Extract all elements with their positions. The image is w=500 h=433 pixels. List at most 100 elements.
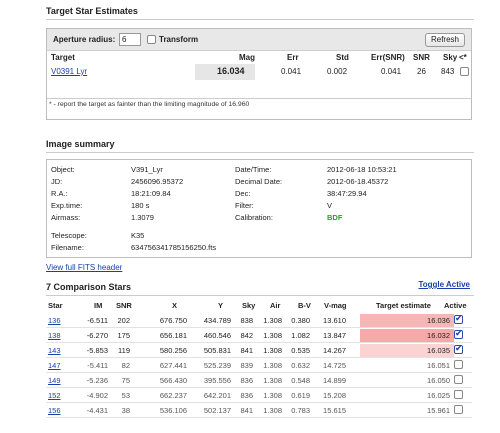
star-link[interactable]: 149 (48, 376, 61, 385)
filter-value: V (327, 201, 333, 210)
divider (46, 295, 474, 296)
col-fainter: <* (459, 53, 467, 62)
aperture-radius-input[interactable]: 6 (119, 33, 141, 46)
im-value: -6.270 (86, 331, 108, 340)
vmag-value: 15.208 (323, 391, 346, 400)
x-value: 627.441 (159, 361, 187, 370)
comparison-row: 136 -6.511 202 676.750 434.789 838 1.308 0.380 1… (46, 313, 472, 328)
y-value: 642.201 (203, 391, 231, 400)
im-value: -4.431 (86, 406, 108, 415)
snr-value: 38 (121, 406, 130, 415)
active-checkbox[interactable] (454, 360, 463, 369)
divider (46, 152, 474, 153)
snr-value: 202 (117, 316, 130, 325)
sky-value: 836 (240, 376, 253, 385)
decimal-date-value: 2012-06-18.45372 (327, 177, 389, 186)
target-estimate-value: 16.050 (427, 376, 450, 385)
datetime-label: Date/Time: (235, 165, 272, 174)
target-estimate-value: 16.051 (427, 361, 450, 370)
star-link[interactable]: 156 (48, 406, 61, 415)
target-estimate-value: 16.025 (427, 391, 450, 400)
air-value: 1.308 (263, 331, 282, 340)
divider (47, 98, 471, 99)
col-err: Err (287, 53, 299, 62)
target-err-snr: 0.041 (381, 67, 402, 76)
air-value: 1.308 (263, 316, 282, 325)
target-estimate-value: 15.961 (427, 406, 450, 415)
sky-value: 841 (240, 406, 253, 415)
divider (46, 19, 474, 20)
sky-value: 839 (240, 361, 253, 370)
refresh-button[interactable]: Refresh (425, 33, 465, 47)
vmag-value: 14.899 (323, 376, 346, 385)
toggle-active-link[interactable]: Toggle Active (418, 280, 470, 289)
filename-label: Filename: (51, 243, 84, 252)
x-value: 656.181 (159, 331, 187, 340)
ra-label: R.A.: (51, 189, 68, 198)
y-value: 502.137 (203, 406, 231, 415)
sky-value: 842 (240, 331, 253, 340)
snr-value: 53 (121, 391, 130, 400)
transform-checkbox[interactable] (147, 35, 156, 44)
y-value: 505.831 (203, 346, 231, 355)
jd-value: 2456096.95372 (131, 177, 184, 186)
col-err-snr: Err(SNR) (371, 53, 405, 62)
exptime-value: 180 s (131, 201, 150, 210)
active-checkbox[interactable] (454, 405, 463, 414)
active-checkbox[interactable] (454, 390, 463, 399)
target-estimate-value: 16.035 (427, 346, 450, 355)
active-checkbox[interactable] (454, 328, 463, 339)
col-active: Active (444, 301, 467, 310)
limiting-magnitude-note: * - report the target as fainter than th… (49, 101, 250, 108)
target-estimate-value: 16.032 (427, 331, 450, 340)
col-sky: Sky (242, 301, 256, 310)
object-value: V391_Lyr (131, 165, 163, 174)
star-link[interactable]: 147 (48, 361, 61, 370)
filter-label: Filter: (235, 201, 254, 210)
vmag-value: 13.610 (323, 316, 346, 325)
comparison-row: 143 -5.853 119 580.256 505.831 841 1.308 0.535 1… (46, 343, 472, 358)
comparison-title: 7 Comparison Stars (46, 282, 132, 292)
comparison-table-header: Star IM SNR X Y Sky Air B-V V-mag Target… (46, 298, 472, 312)
col-bv: B-V (298, 301, 311, 310)
exptime-label: Exp.time: (51, 201, 83, 210)
bv-value: 0.632 (291, 361, 310, 370)
y-value: 395.556 (203, 376, 231, 385)
comparison-row: 138 -6.270 175 656.181 460.546 842 1.308 1.082 1… (46, 328, 472, 343)
telescope-label: Telescope: (51, 231, 87, 240)
y-value: 460.546 (203, 331, 231, 340)
datetime-value: 2012-06-18 10:53:21 (327, 165, 397, 174)
target-estimate-value: 16.036 (427, 316, 450, 325)
col-y: Y (218, 301, 224, 310)
star-link[interactable]: 138 (48, 331, 61, 340)
air-value: 1.308 (263, 346, 282, 355)
transform-label: Transform (159, 35, 199, 44)
col-star: Star (48, 301, 63, 310)
target-link[interactable]: V0391 Lyr (51, 67, 87, 76)
active-checkbox[interactable] (454, 375, 463, 384)
airmass-value: 1.3079 (131, 213, 154, 222)
x-value: 662.237 (159, 391, 187, 400)
y-value: 525.239 (203, 361, 231, 370)
target-std: 0.002 (327, 67, 348, 76)
air-value: 1.308 (263, 361, 282, 370)
bv-value: 0.380 (291, 316, 310, 325)
star-link[interactable]: 136 (48, 316, 61, 325)
col-std: Std (336, 53, 349, 62)
view-fits-header-link[interactable]: View full FITS header (46, 263, 122, 272)
snr-value: 75 (121, 376, 130, 385)
comparison-row: 156 -4.431 38 536.106 502.137 841 1.308 0.783 15… (46, 403, 472, 418)
target-panel: Aperture radius: 6 Transform Refresh Tar… (46, 28, 472, 120)
air-value: 1.308 (263, 406, 282, 415)
active-checkbox[interactable] (454, 313, 463, 324)
fainter-checkbox[interactable] (460, 67, 469, 76)
calibration-label: Calibration: (235, 213, 273, 222)
sky-value: 841 (240, 346, 253, 355)
x-value: 536.106 (159, 406, 187, 415)
air-value: 1.308 (263, 391, 282, 400)
bv-value: 0.548 (291, 376, 310, 385)
star-link[interactable]: 152 (48, 391, 61, 400)
star-link[interactable]: 143 (48, 346, 61, 355)
active-checkbox[interactable] (454, 343, 463, 354)
col-target: Target (51, 53, 75, 62)
